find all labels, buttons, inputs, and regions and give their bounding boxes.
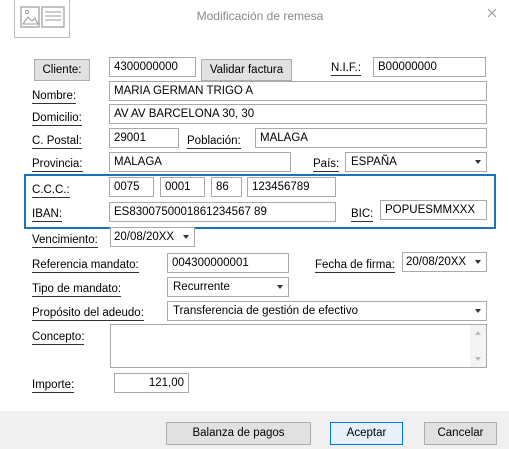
nif-label: N.I.F.: [331, 62, 362, 76]
bic-field[interactable]: POPUESMMXXX [380, 200, 487, 220]
cpostal-field[interactable]: 29001 [109, 128, 179, 148]
domicilio-label: Domicilio: [32, 112, 82, 126]
vencimiento-value: 20/08/20XX [114, 231, 175, 243]
chevron-down-icon[interactable] [272, 278, 288, 296]
nombre-field[interactable]: MARIA GERMAN TRIGO A [109, 81, 487, 101]
ccc-oficina-field[interactable]: 0001 [160, 177, 205, 197]
aceptar-button[interactable]: Aceptar [330, 422, 403, 445]
proposito-value: Transferencia de gestión de efectivo [173, 305, 358, 317]
scroll-down-icon[interactable] [475, 357, 481, 361]
provincia-label: Provincia: [32, 158, 83, 172]
pais-value: ESPAÑA [351, 156, 397, 168]
validar-factura-button[interactable]: Validar factura [201, 59, 292, 81]
vencimiento-date-picker[interactable]: 20/08/20XX [110, 227, 195, 247]
fecha-firma-date-picker[interactable]: 20/08/20XX [402, 252, 487, 272]
cliente-field[interactable]: 4300000000 [109, 57, 196, 77]
chevron-down-icon[interactable] [178, 228, 194, 246]
cpostal-label: C. Postal: [32, 135, 82, 149]
title-bar: Modificación de remesa [0, 0, 509, 38]
cancelar-button[interactable]: Cancelar [424, 422, 497, 445]
chevron-down-icon[interactable] [470, 153, 486, 171]
iban-label: IBAN: [32, 208, 63, 222]
ccc-label: C.C.C.: [32, 184, 70, 198]
referencia-label: Referencia mandato: [32, 259, 139, 273]
nombre-label: Nombre: [32, 90, 77, 104]
vencimiento-label: Vencimiento: [32, 234, 98, 248]
app-icon [14, 0, 70, 38]
poblacion-field[interactable]: MALAGA [255, 128, 487, 148]
nif-field[interactable]: B00000000 [373, 57, 486, 77]
balanza-pagos-button[interactable]: Balanza de pagos [166, 422, 311, 445]
domicilio-field[interactable]: AV AV BARCELONA 30, 30 [109, 104, 487, 124]
ccc-cuenta-field[interactable]: 123456789 [247, 177, 336, 197]
provincia-field[interactable]: MALAGA [109, 152, 291, 172]
ccc-entidad-field[interactable]: 0075 [109, 177, 154, 197]
scrollbar[interactable] [470, 325, 486, 367]
poblacion-label: Población: [187, 135, 241, 149]
ccc-dc-field[interactable]: 86 [211, 177, 242, 197]
cliente-button[interactable]: Cliente: [34, 59, 90, 81]
pais-select[interactable]: ESPAÑA [345, 152, 487, 172]
close-icon[interactable] [484, 5, 500, 21]
tipo-mandato-value: Recurrente [173, 281, 230, 293]
chevron-down-icon[interactable] [470, 302, 486, 320]
importe-field[interactable]: 121,00 [114, 373, 189, 393]
importe-label: Importe: [32, 379, 75, 393]
chevron-down-icon[interactable] [470, 253, 486, 271]
window-title: Modificación de remesa [196, 9, 324, 23]
concepto-textarea[interactable] [110, 324, 487, 368]
iban-field[interactable]: ES8300750001861234567 89 [109, 202, 336, 222]
proposito-select[interactable]: Transferencia de gestión de efectivo [167, 301, 487, 321]
tipo-mandato-select[interactable]: Recurrente [167, 277, 289, 297]
proposito-label: Propósito del adeudo: [32, 307, 144, 321]
fecha-firma-value: 20/08/20XX [406, 256, 467, 268]
pais-label: País: [313, 158, 340, 172]
tipo-mandato-label: Tipo de mandato: [32, 283, 122, 297]
concepto-label: Concepto: [32, 331, 85, 345]
fecha-firma-label: Fecha de firma: [315, 259, 395, 273]
bic-label: BIC: [351, 208, 374, 222]
referencia-field[interactable]: 004300000001 [167, 253, 289, 273]
scroll-up-icon[interactable] [475, 331, 481, 335]
